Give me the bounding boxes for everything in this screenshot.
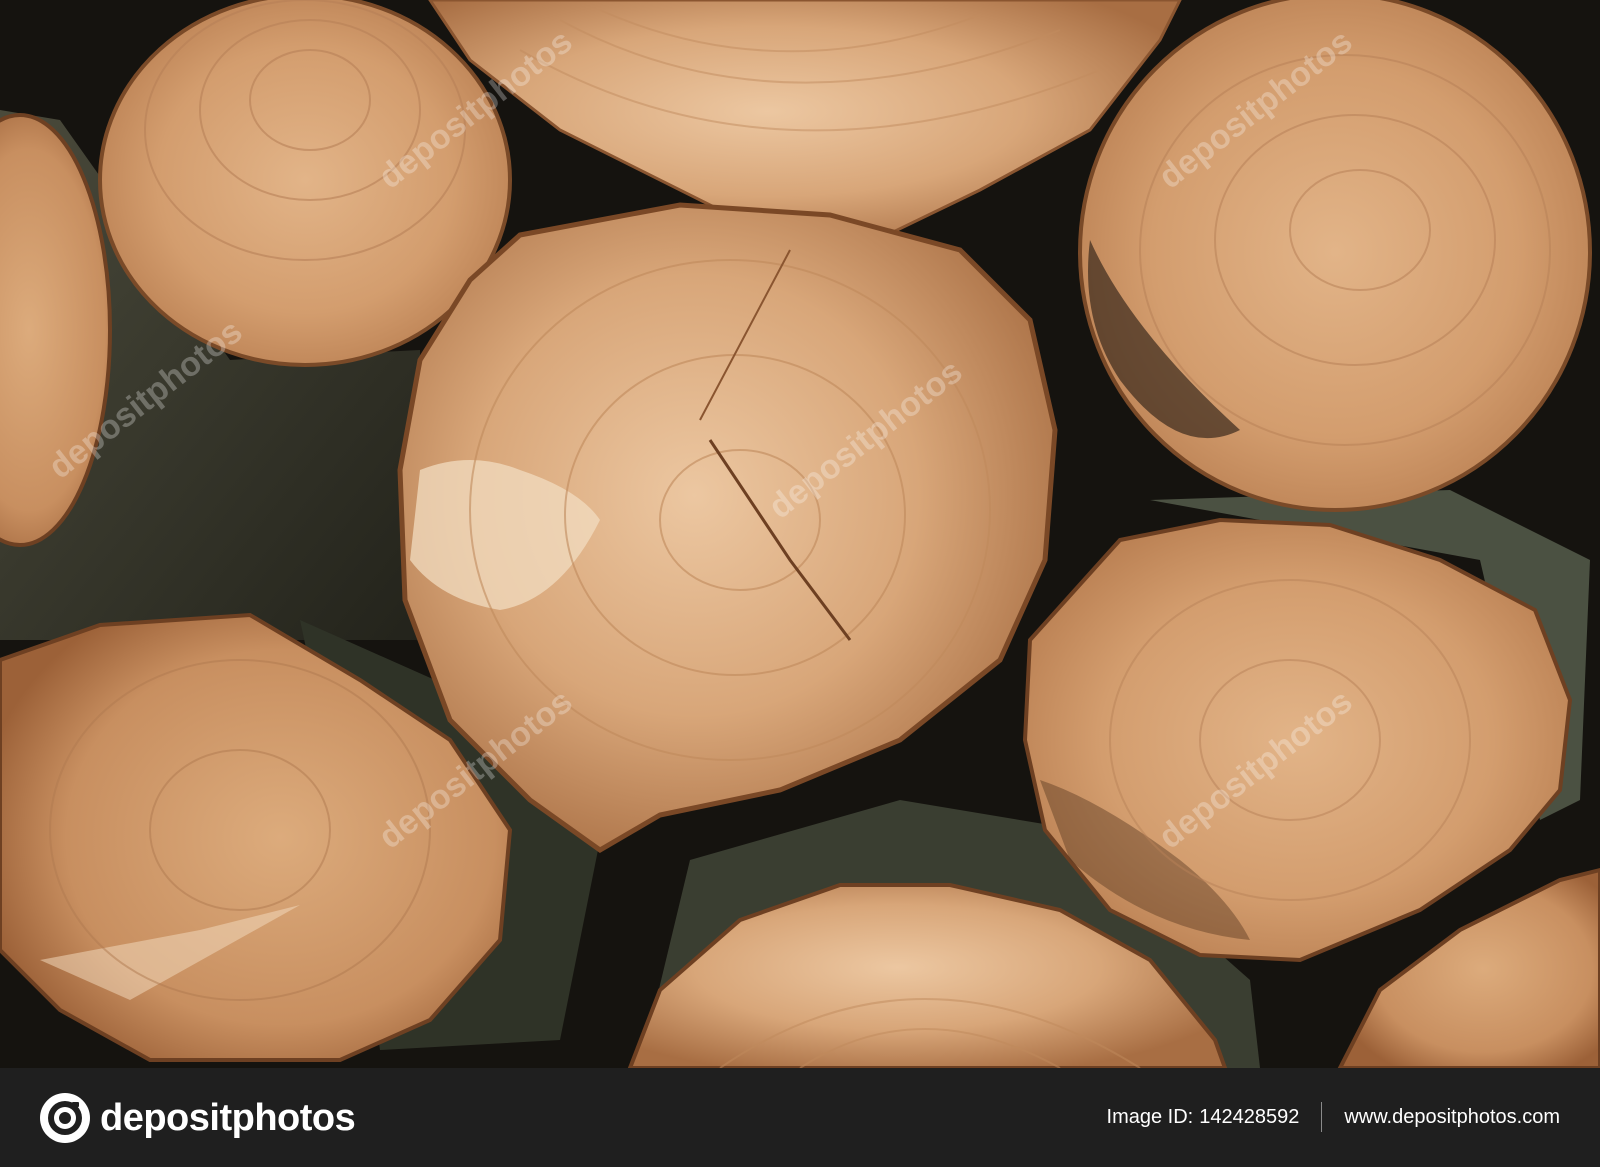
log-end-top-right — [1078, 0, 1592, 512]
camera-logo-icon — [38, 1091, 92, 1145]
brand-name: depositphotos — [100, 1096, 356, 1139]
image-meta: Image ID: 142428592 www.depositphotos.co… — [1107, 1102, 1560, 1132]
site-url-link[interactable]: www.depositphotos.com — [1344, 1106, 1560, 1129]
footer-bar: depositphotos Image ID: 142428592 www.de… — [0, 1068, 1600, 1167]
meta-divider — [1321, 1102, 1323, 1132]
brand-logo[interactable]: depositphotos — [38, 1090, 356, 1146]
image-id-value: 142428592 — [1199, 1105, 1300, 1128]
image-id-label: Image ID: — [1106, 1105, 1194, 1128]
log-stack-photo: depositphotos depositphotos depositphoto… — [0, 0, 1600, 1068]
log-stack-image: depositphotos depositphotos depositphoto… — [0, 0, 1600, 1068]
